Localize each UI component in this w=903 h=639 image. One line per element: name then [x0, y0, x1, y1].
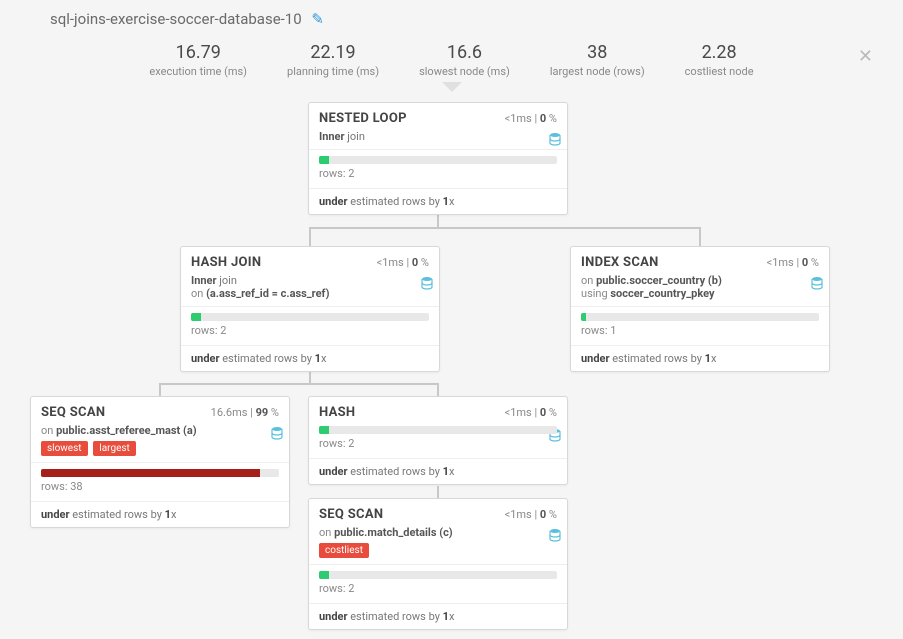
- estimate-text: under estimated rows by 1x: [571, 345, 829, 371]
- rows-label: rows: 2: [191, 324, 429, 337]
- node-index-scan[interactable]: INDEX SCAN <1ms | 0 % on public.soccer_c…: [570, 246, 830, 372]
- join-cond: on (a.ass_ref_id = c.ass_ref): [191, 287, 329, 300]
- database-icon: [421, 276, 433, 293]
- close-icon[interactable]: ✕: [858, 46, 873, 67]
- stat-costliest: 2.28 costliest node: [685, 42, 754, 78]
- stat-label: slowest node (ms): [419, 65, 510, 78]
- stat-value: 16.6: [419, 42, 510, 63]
- join-type: Inner join: [191, 274, 237, 287]
- node-hash[interactable]: HASH <1ms | 0 % rows: 2 under estimated …: [308, 396, 568, 485]
- rows-bar: [191, 313, 429, 321]
- node-seq-scan-a[interactable]: SEQ SCAN 16.6ms | 99 % on public.asst_re…: [30, 396, 290, 528]
- database-icon: [271, 426, 283, 443]
- estimate-text: under estimated rows by 1x: [31, 501, 289, 527]
- rows-bar: [41, 469, 279, 477]
- stat-label: largest node (rows): [550, 65, 645, 78]
- rows-bar: [319, 156, 557, 164]
- page-title: sql-joins-exercise-soccer-database-10: [50, 10, 302, 28]
- edit-icon[interactable]: ✎: [311, 10, 324, 28]
- node-title: SEQ SCAN: [41, 405, 105, 420]
- stat-largest: 38 largest node (rows): [550, 42, 645, 78]
- rows-label: rows: 38: [41, 480, 279, 493]
- rows-bar: [581, 313, 819, 321]
- estimate-text: under estimated rows by 1x: [309, 603, 567, 629]
- node-timing: <1ms | 0 %: [767, 256, 819, 269]
- estimate-text: under estimated rows by 1x: [181, 345, 439, 371]
- scan-target: on public.match_details (c): [319, 526, 453, 539]
- node-seq-scan-c[interactable]: SEQ SCAN <1ms | 0 % on public.match_deta…: [308, 498, 568, 630]
- database-icon: [549, 528, 561, 545]
- join-type: Inner join: [319, 130, 365, 143]
- node-timing: <1ms | 0 %: [505, 112, 557, 125]
- stat-value: 2.28: [685, 42, 754, 63]
- node-timing: <1ms | 0 %: [505, 406, 557, 419]
- stat-value: 22.19: [287, 42, 379, 63]
- database-icon: [549, 132, 561, 149]
- node-nested-loop[interactable]: NESTED LOOP <1ms | 0 % Inner join rows: …: [308, 102, 568, 215]
- node-title: HASH: [319, 405, 355, 420]
- stat-label: planning time (ms): [287, 65, 379, 78]
- tag-largest: largest: [93, 441, 136, 456]
- rows-label: rows: 2: [319, 437, 557, 450]
- stat-plan-time: 22.19 planning time (ms): [287, 42, 379, 78]
- stat-exec-time: 16.79 execution time (ms): [149, 42, 247, 78]
- tag-costliest: costliest: [319, 543, 369, 558]
- rows-label: rows: 2: [319, 582, 557, 595]
- node-title: SEQ SCAN: [319, 507, 383, 522]
- estimate-text: under estimated rows by 1x: [309, 188, 567, 214]
- stat-label: costliest node: [685, 65, 754, 78]
- node-title: HASH JOIN: [191, 255, 261, 270]
- stat-value: 38: [550, 42, 645, 63]
- scan-target: on public.asst_referee_mast (a): [41, 424, 197, 437]
- estimate-text: under estimated rows by 1x: [309, 458, 567, 484]
- rows-bar: [319, 571, 557, 579]
- node-timing: <1ms | 0 %: [377, 256, 429, 269]
- scan-target: on public.soccer_country (b): [581, 274, 722, 287]
- stat-value: 16.79: [149, 42, 247, 63]
- scan-index: using soccer_country_pkey: [581, 287, 715, 300]
- stat-slowest: 16.6 slowest node (ms): [419, 42, 510, 78]
- rows-label: rows: 2: [319, 167, 557, 180]
- node-timing: 16.6ms | 99 %: [211, 406, 279, 419]
- plan-tree: NESTED LOOP <1ms | 0 % Inner join rows: …: [0, 98, 903, 638]
- rows-bar: [319, 426, 557, 434]
- stat-label: execution time (ms): [149, 65, 247, 78]
- rows-label: rows: 1: [581, 324, 819, 337]
- database-icon: [811, 276, 823, 293]
- node-title: INDEX SCAN: [581, 255, 659, 270]
- node-title: NESTED LOOP: [319, 111, 407, 126]
- stats-row: 16.79 execution time (ms) 22.19 planning…: [0, 28, 903, 84]
- tag-slowest: slowest: [41, 441, 88, 456]
- node-hash-join[interactable]: HASH JOIN <1ms | 0 % Inner join on (a.as…: [180, 246, 440, 372]
- node-timing: <1ms | 0 %: [505, 508, 557, 521]
